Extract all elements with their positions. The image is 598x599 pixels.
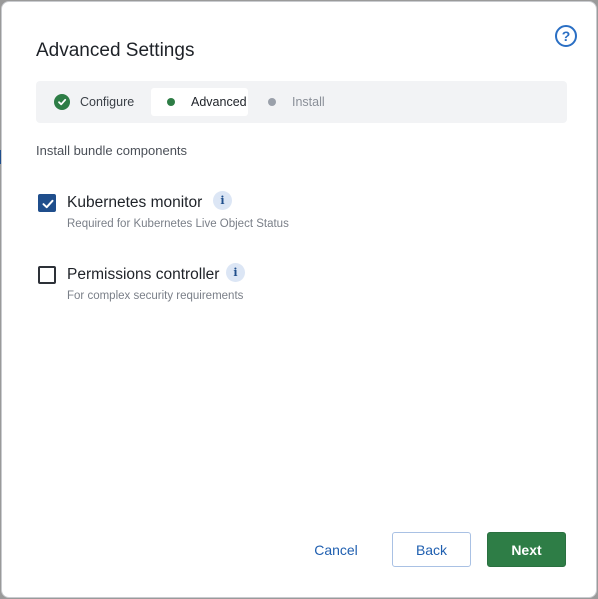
step-label: Advanced xyxy=(191,95,247,109)
question-circle-icon: ? xyxy=(561,28,571,44)
check-circle-icon xyxy=(54,94,70,110)
option-label[interactable]: Kubernetes monitor xyxy=(67,194,202,212)
section-label: Install bundle components xyxy=(36,143,188,158)
step-configure[interactable]: Configure xyxy=(54,88,134,116)
option-label[interactable]: Permissions controller xyxy=(67,266,219,284)
option-description: Required for Kubernetes Live Object Stat… xyxy=(67,218,289,230)
step-label: Install xyxy=(292,95,325,109)
back-button[interactable]: Back xyxy=(392,532,471,567)
advanced-settings-dialog: ? Advanced Settings Configure Advanced I… xyxy=(1,1,597,598)
step-install[interactable]: Install xyxy=(264,88,325,116)
info-icon[interactable]: i xyxy=(226,263,245,282)
cancel-button[interactable]: Cancel xyxy=(302,532,370,567)
kubernetes-monitor-checkbox[interactable] xyxy=(38,194,56,212)
option-description: For complex security requirements xyxy=(67,290,244,302)
step-advanced[interactable]: Advanced xyxy=(151,88,248,116)
dot-icon xyxy=(268,98,276,106)
help-button[interactable]: ? xyxy=(555,25,577,47)
permissions-controller-checkbox[interactable] xyxy=(38,266,56,284)
wizard-stepper: Configure Advanced Install xyxy=(36,81,567,123)
checkmark-icon xyxy=(42,199,54,209)
info-icon[interactable]: i xyxy=(213,191,232,210)
next-button[interactable]: Next xyxy=(487,532,566,567)
step-label: Configure xyxy=(80,95,135,109)
dot-icon xyxy=(167,98,175,106)
dialog-title: Advanced Settings xyxy=(36,40,195,61)
